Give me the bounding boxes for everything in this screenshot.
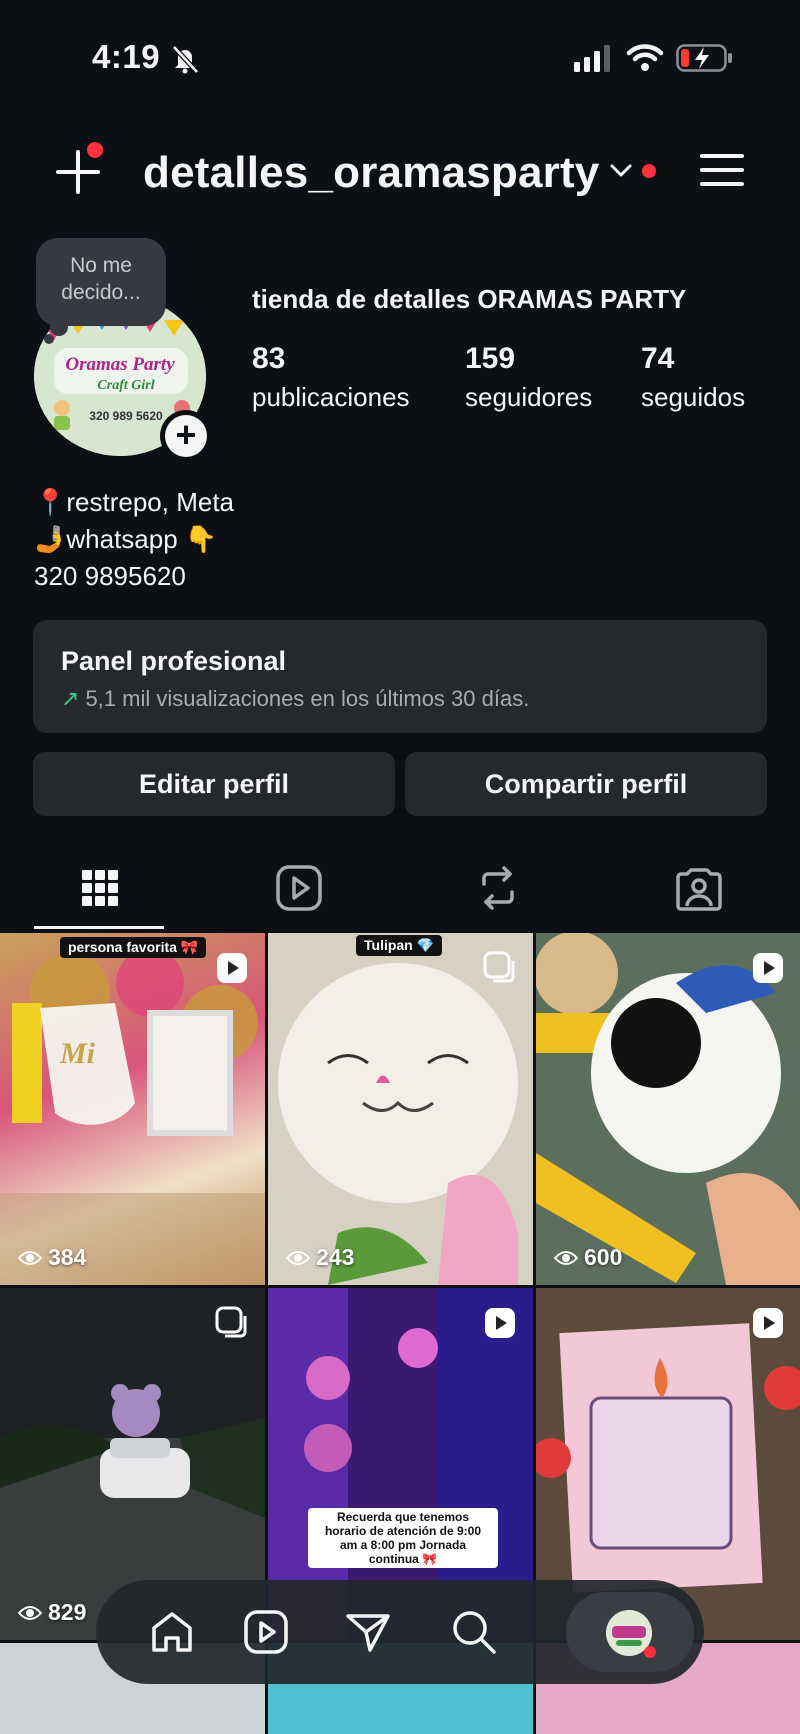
note-bubble[interactable]: No me decido... <box>36 238 166 326</box>
bottom-navigation <box>96 1580 704 1684</box>
mute-bell-icon <box>172 45 199 74</box>
post-image <box>268 933 533 1285</box>
panel-title: Panel profesional <box>61 646 287 676</box>
stat-posts[interactable]: 83 publicaciones <box>252 342 410 413</box>
eye-icon <box>18 1605 42 1620</box>
stat-following[interactable]: 74 seguidos <box>641 342 745 413</box>
battery-charging-icon <box>676 44 732 72</box>
bio-line-whatsapp: 🤳whatsapp 👇 <box>34 524 218 554</box>
profile-tab[interactable] <box>566 1592 694 1672</box>
reel-badge-icon <box>485 1308 515 1338</box>
hamburger-menu-icon[interactable] <box>700 152 744 188</box>
post-image: Mi <box>0 949 265 1285</box>
wifi-icon <box>626 44 664 71</box>
eye-icon <box>286 1250 310 1265</box>
trend-up-arrow-icon: ↗ <box>61 686 80 711</box>
post-views: 384 <box>18 1244 86 1271</box>
cellular-signal-icon <box>574 45 610 72</box>
add-story-button[interactable]: + <box>160 410 212 462</box>
reposts-icon[interactable] <box>472 862 524 914</box>
post-caption-overlay: Tulipan 💎 <box>356 935 443 956</box>
svg-text:Mi: Mi <box>59 1037 96 1070</box>
stat-label: seguidos <box>641 382 746 412</box>
post-thumbnail[interactable]: Mi persona favorita 🎀 384 <box>0 933 265 1285</box>
carousel-badge-icon <box>483 951 515 983</box>
notification-dot <box>644 1646 656 1658</box>
note-text: No me decido... <box>61 254 141 304</box>
post-thumbnail[interactable]: 600 <box>536 933 800 1285</box>
reel-badge-icon <box>753 953 783 983</box>
stat-followers[interactable]: 159 seguidores <box>465 342 592 413</box>
reels-icon[interactable] <box>273 862 325 914</box>
profile-bio: 📍restrepo, Meta 🤳whatsapp 👇 320 9895620 <box>34 484 234 595</box>
chevron-down-icon[interactable] <box>610 163 632 179</box>
profile-full-name: tienda de detalles ORAMAS PARTY <box>252 284 687 314</box>
active-tab-indicator <box>34 926 164 929</box>
grid-icon[interactable] <box>74 862 126 914</box>
post-views: 243 <box>286 1244 354 1271</box>
stat-value: 159 <box>465 342 516 375</box>
post-views: 829 <box>18 1599 86 1626</box>
post-views: 600 <box>554 1244 622 1271</box>
note-bubble-tail-small <box>44 334 54 344</box>
stat-value: 83 <box>252 342 286 375</box>
messages-icon[interactable] <box>342 1606 394 1658</box>
bio-line-location: 📍restrepo, Meta <box>34 487 235 517</box>
stat-value: 74 <box>641 342 675 375</box>
post-image <box>536 933 800 1285</box>
bio-line-phone[interactable]: 320 9895620 <box>34 558 234 595</box>
eye-icon <box>18 1250 42 1265</box>
home-icon[interactable] <box>146 1606 198 1658</box>
edit-profile-button[interactable]: Editar perfil <box>33 752 395 816</box>
reel-badge-icon <box>217 953 247 983</box>
panel-subtitle: ↗ 5,1 mil visualizaciones en los últimos … <box>61 686 530 711</box>
svg-text:Oramas Party: Oramas Party <box>65 354 175 375</box>
share-profile-button[interactable]: Compartir perfil <box>405 752 767 816</box>
post-caption-overlay: persona favorita 🎀 <box>60 937 207 958</box>
carousel-badge-icon <box>215 1306 247 1338</box>
post-caption-overlay: Recuerda que tenemos horario de atención… <box>308 1508 498 1568</box>
stat-label: publicaciones <box>252 382 410 412</box>
note-bubble-tail <box>50 318 68 336</box>
stat-label: seguidores <box>465 382 593 412</box>
reel-badge-icon <box>753 1308 783 1338</box>
plus-icon: + <box>165 415 207 457</box>
status-time: 4:19 <box>92 38 161 75</box>
professional-dashboard[interactable]: Panel profesional ↗ 5,1 mil visualizacion… <box>33 620 767 733</box>
username[interactable]: detalles_oramasparty <box>143 148 599 198</box>
reels-icon[interactable] <box>240 1606 292 1658</box>
notification-dot <box>87 142 103 158</box>
tagged-icon[interactable] <box>673 862 725 914</box>
status-bar: 4:19 <box>0 0 800 110</box>
post-thumbnail[interactable]: Tulipan 💎 243 <box>268 933 533 1285</box>
svg-text:320 989 5620: 320 989 5620 <box>89 409 163 423</box>
eye-icon <box>554 1250 578 1265</box>
account-notification-dot <box>642 164 656 178</box>
svg-text:Craft Girl: Craft Girl <box>97 378 154 393</box>
search-icon[interactable] <box>448 1606 500 1658</box>
